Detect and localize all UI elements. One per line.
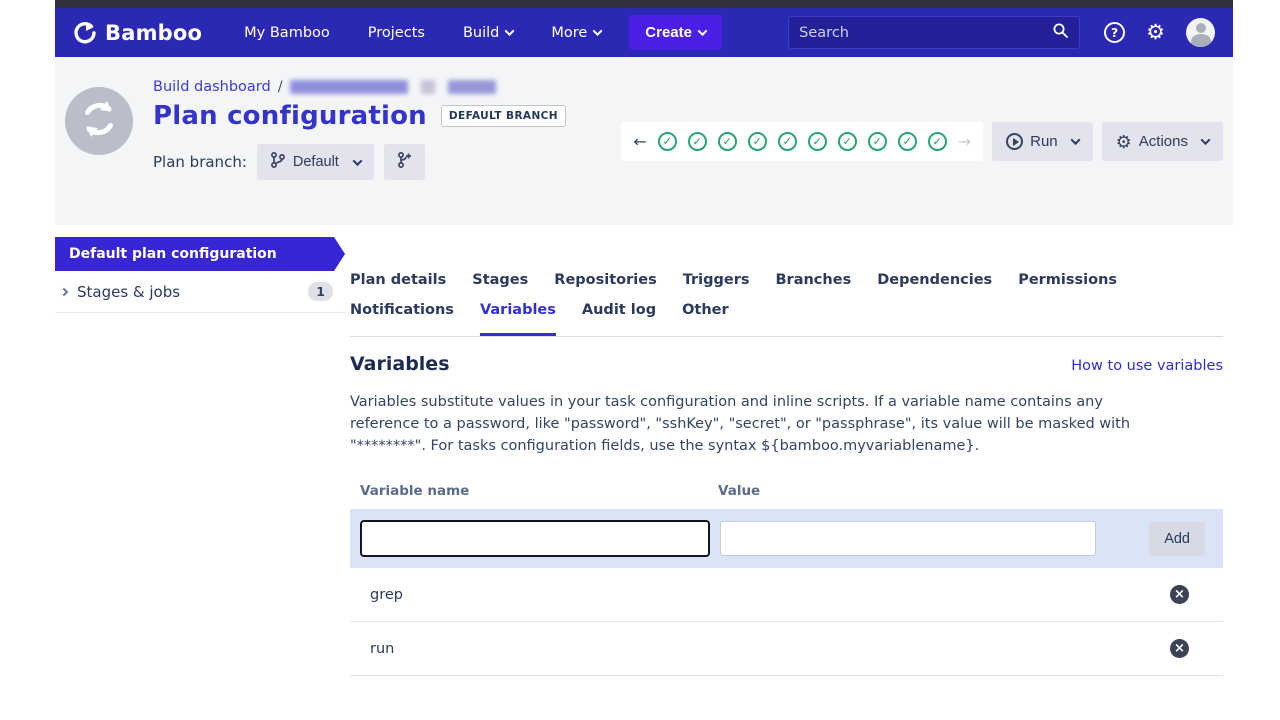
- build-success-icon[interactable]: ✓: [868, 132, 887, 151]
- variables-section-header: Variables How to use variables: [350, 353, 1223, 375]
- build-success-icon[interactable]: ✓: [748, 132, 767, 151]
- tab-variables[interactable]: Variables: [480, 295, 556, 336]
- delete-variable-icon[interactable]: ×: [1170, 639, 1189, 658]
- tab-permissions[interactable]: Permissions: [1018, 265, 1117, 295]
- search-icon[interactable]: [1052, 22, 1069, 43]
- play-icon: [1006, 133, 1023, 150]
- tab-stages[interactable]: Stages: [472, 265, 528, 295]
- build-success-icon[interactable]: ✓: [778, 132, 797, 151]
- window-top-strip: [55, 0, 1233, 8]
- config-tabs: Plan details Stages Repositories Trigger…: [350, 265, 1223, 337]
- variables-table: Variable name Value Add grep × run ×: [350, 483, 1223, 676]
- config-sidebar: Default plan configuration Stages & jobs…: [55, 225, 345, 676]
- tab-branches[interactable]: Branches: [776, 265, 852, 295]
- column-header-value: Value: [718, 483, 760, 499]
- brand-label: Bamboo: [105, 21, 202, 45]
- create-button[interactable]: Create: [629, 15, 722, 50]
- branch-plus-icon: [397, 152, 412, 172]
- chevron-down-icon: [505, 26, 515, 36]
- gear-icon: ⚙: [1116, 133, 1132, 151]
- default-branch-badge: DEFAULT BRANCH: [441, 105, 566, 127]
- build-success-icon[interactable]: ✓: [658, 132, 677, 151]
- navbar-icons: ? ⚙: [1104, 18, 1215, 47]
- plan-header: Build dashboard / Plan configuration DEF…: [55, 57, 1233, 225]
- variable-row: run ×: [350, 622, 1223, 676]
- search-box[interactable]: [788, 16, 1080, 49]
- create-branch-button[interactable]: [384, 144, 425, 180]
- delete-variable-icon[interactable]: ×: [1170, 585, 1189, 604]
- build-success-icon[interactable]: ✓: [928, 132, 947, 151]
- add-button[interactable]: Add: [1149, 522, 1205, 556]
- column-header-variable-name: Variable name: [360, 483, 718, 499]
- redacted-plan-name: [290, 80, 408, 94]
- tab-audit-log[interactable]: Audit log: [582, 295, 656, 336]
- bamboo-brand[interactable]: Bamboo: [73, 21, 202, 45]
- add-variable-row: Add: [350, 509, 1223, 568]
- nav-item-my-bamboo[interactable]: My Bamboo: [244, 25, 330, 41]
- history-back-icon[interactable]: ←: [633, 132, 646, 151]
- redacted-plan-name: [448, 80, 496, 94]
- nav-menu: My Bamboo Projects Build More: [244, 25, 601, 41]
- tab-repositories[interactable]: Repositories: [554, 265, 656, 295]
- variable-row: grep ×: [350, 568, 1223, 622]
- variables-description: Variables substitute values in your task…: [350, 391, 1158, 457]
- variables-heading: Variables: [350, 353, 450, 375]
- plan-avatar: [65, 87, 133, 155]
- page-body: Default plan configuration Stages & jobs…: [55, 225, 1233, 676]
- how-to-use-variables-link[interactable]: How to use variables: [1071, 358, 1223, 374]
- gear-icon[interactable]: ⚙: [1146, 22, 1165, 43]
- stages-count-badge: 1: [308, 282, 333, 301]
- user-avatar[interactable]: [1186, 18, 1215, 47]
- search-input[interactable]: [799, 25, 1052, 41]
- header-actions: ← ✓ ✓ ✓ ✓ ✓ ✓ ✓ ✓ ✓ ✓ → Run ⚙ Actions: [621, 122, 1223, 161]
- sync-icon: [78, 98, 120, 144]
- top-navbar: Bamboo My Bamboo Projects Build More Cre…: [55, 8, 1233, 57]
- chevron-down-icon: [1070, 135, 1080, 145]
- build-success-icon[interactable]: ✓: [898, 132, 917, 151]
- redacted-plan-name: [421, 80, 435, 94]
- page-title: Plan configuration: [153, 101, 427, 131]
- nav-item-projects[interactable]: Projects: [368, 25, 425, 41]
- build-success-icon[interactable]: ✓: [718, 132, 737, 151]
- variable-value-input[interactable]: [720, 521, 1096, 556]
- build-success-icon[interactable]: ✓: [838, 132, 857, 151]
- tab-notifications[interactable]: Notifications: [350, 295, 454, 336]
- branch-icon: [270, 152, 285, 172]
- chevron-down-icon: [352, 156, 362, 166]
- chevron-down-icon: [1201, 135, 1211, 145]
- table-header: Variable name Value: [350, 483, 1223, 509]
- plan-branch-label: Plan branch:: [153, 153, 247, 171]
- tab-row-2: Notifications Variables Audit log Other: [350, 295, 1223, 336]
- bamboo-app-window: Bamboo My Bamboo Projects Build More Cre…: [55, 0, 1233, 720]
- actions-button[interactable]: ⚙ Actions: [1102, 122, 1223, 161]
- breadcrumb-build-dashboard-link[interactable]: Build dashboard: [153, 79, 271, 95]
- variable-name-input[interactable]: [360, 520, 710, 557]
- tab-other[interactable]: Other: [682, 295, 729, 336]
- breadcrumb: Build dashboard /: [153, 79, 1223, 95]
- tab-plan-details[interactable]: Plan details: [350, 265, 446, 295]
- help-icon[interactable]: ?: [1104, 22, 1125, 43]
- chevron-down-icon: [593, 26, 603, 36]
- variable-name: grep: [370, 587, 403, 603]
- build-success-icon[interactable]: ✓: [688, 132, 707, 151]
- nav-item-build[interactable]: Build: [463, 25, 513, 41]
- build-results-strip: ← ✓ ✓ ✓ ✓ ✓ ✓ ✓ ✓ ✓ ✓ →: [621, 122, 983, 161]
- chevron-down-icon: [698, 26, 708, 36]
- main-content: Plan details Stages Repositories Trigger…: [345, 225, 1233, 676]
- history-forward-icon: →: [958, 132, 971, 151]
- chevron-right-icon: [60, 287, 68, 295]
- breadcrumb-separator: /: [278, 79, 283, 95]
- bamboo-logo-icon: [73, 21, 97, 45]
- build-success-icon[interactable]: ✓: [808, 132, 827, 151]
- run-button[interactable]: Run: [992, 122, 1093, 161]
- nav-item-more[interactable]: More: [551, 25, 601, 41]
- sidebar-item-default-plan-configuration[interactable]: Default plan configuration: [55, 237, 345, 271]
- variable-name: run: [370, 641, 394, 657]
- tab-triggers[interactable]: Triggers: [683, 265, 750, 295]
- branch-selector-button[interactable]: Default: [257, 144, 374, 180]
- sidebar-item-stages-jobs[interactable]: Stages & jobs 1: [55, 271, 345, 313]
- tab-row-1: Plan details Stages Repositories Trigger…: [350, 265, 1223, 295]
- tab-dependencies[interactable]: Dependencies: [877, 265, 992, 295]
